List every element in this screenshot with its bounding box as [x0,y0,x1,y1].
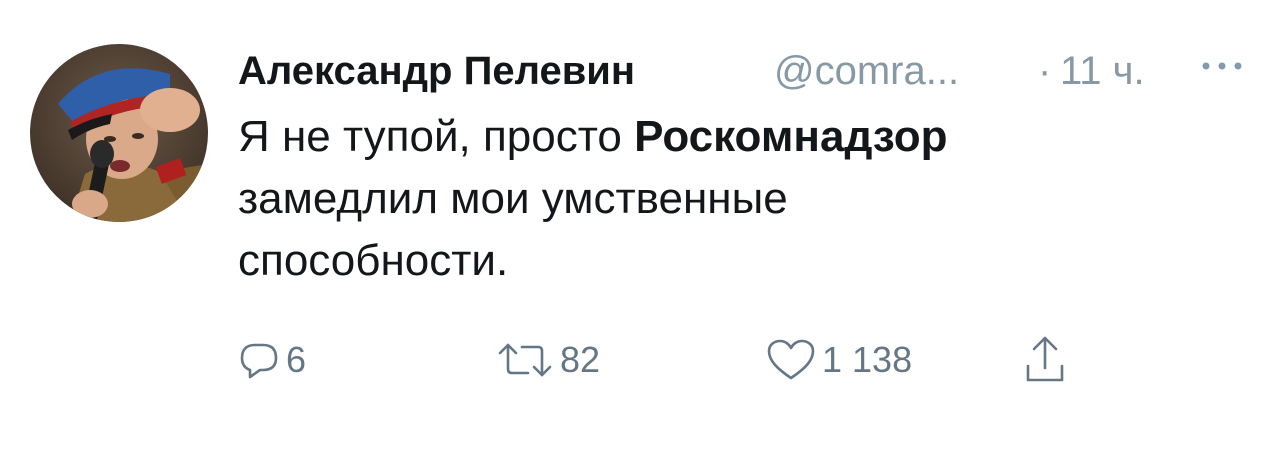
author-handle[interactable]: @comra... [774,46,959,96]
retweet-icon [496,339,554,381]
tweet-header: Александр Пелевин @comra... · 11 ч. [238,46,1248,96]
tweet-actions: 6 82 1 138 [238,330,1138,390]
tweet-text-part1: Я не тупой, просто [238,112,635,161]
reply-count: 6 [286,339,307,380]
heart-icon [766,338,816,382]
avatar-image [30,44,208,222]
more-horizontal-icon[interactable] [1198,48,1246,78]
retweet-count: 82 [560,339,601,380]
reply-icon [238,339,280,381]
tweet-body: Я не тупой, просто Роскомнадзор замедлил… [238,106,1238,292]
like-count: 1 138 [822,339,913,380]
share-icon [1024,334,1066,386]
separator-dot: · [1038,49,1052,93]
share-button[interactable] [1024,330,1066,390]
tweet[interactable]: Александр Пелевин @comra... · 11 ч. Я не… [0,0,1280,451]
tweet-timestamp[interactable]: 11 ч. [1060,46,1145,96]
reply-button[interactable]: 6 [238,330,306,390]
tweet-text-line-3: способности. [238,236,509,285]
retweet-button[interactable]: 82 [496,330,600,390]
tweet-text-line-1: Я не тупой, просто Роскомнадзор [238,106,1238,168]
tweet-text-line-2: замедлил мои умственные [238,174,788,223]
avatar[interactable] [30,44,208,222]
author-display-name[interactable]: Александр Пелевин [238,46,635,96]
tweet-text-bold: Роскомнадзор [634,112,948,161]
like-button[interactable]: 1 138 [766,330,912,390]
